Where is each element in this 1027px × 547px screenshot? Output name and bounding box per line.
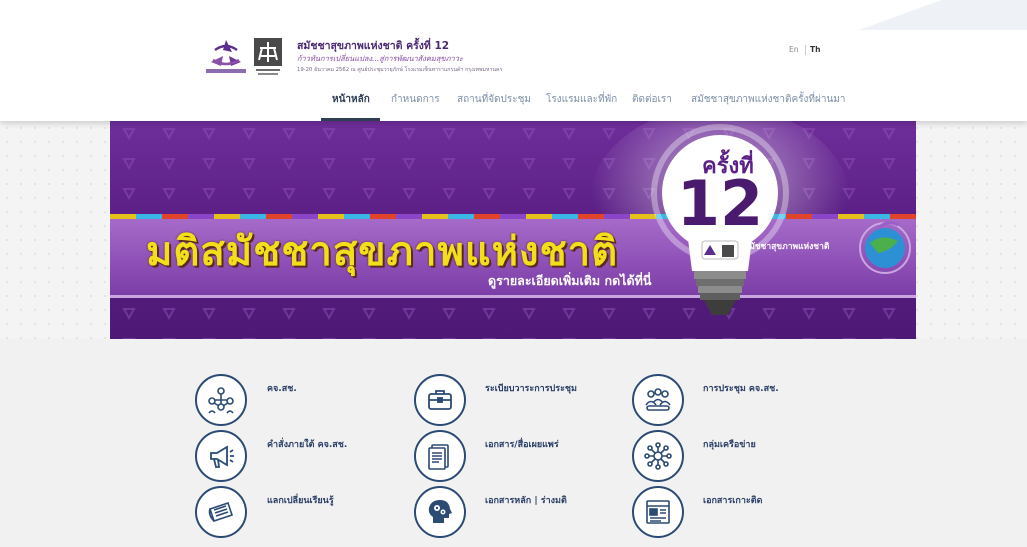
tile-label-knowledge-exchange[interactable]: แลกเปลี่ยนเรียนรู้	[267, 493, 334, 507]
bulb-edition-number: 12	[676, 167, 764, 240]
nav-active-indicator	[321, 118, 380, 121]
nav-hotels[interactable]: โรงแรมและที่พัก	[546, 92, 617, 107]
tile-label-agenda[interactable]: ระเบียบวาระการประชุม	[485, 381, 577, 395]
tile-label-tracking-docs[interactable]: เอกสารเกาะติด	[703, 493, 762, 507]
bulb-caption: สมัชชาสุขภาพแห่งชาติ	[744, 242, 830, 252]
tile-label-kjsch[interactable]: คจ.สช.	[267, 381, 297, 395]
meeting-group-icon[interactable]	[632, 374, 684, 426]
lang-en-link[interactable]: En	[789, 45, 799, 54]
banner-more-link[interactable]: ดูรายละเอียดเพิ่มเติม กดได้ที่นี่	[488, 271, 651, 291]
head-gears-icon[interactable]	[414, 486, 466, 538]
health-assembly-logo[interactable]	[205, 36, 247, 76]
site-header: สมัชชาสุขภาพแห่งชาติ ครั้งที่ 12 ก้าวทัน…	[0, 0, 1027, 121]
nhco-logo[interactable]	[254, 38, 282, 76]
nav-past-assemblies[interactable]: สมัชชาสุขภาพแห่งชาติครั้งที่ผ่านมา	[691, 92, 846, 107]
tile-label-orders[interactable]: คำสั่งภายใต้ คจ.สช.	[267, 437, 347, 451]
nav-contact[interactable]: ติดต่อเรา	[632, 92, 672, 107]
lang-th-link[interactable]: Th	[810, 45, 820, 54]
briefcase-icon[interactable]	[414, 374, 466, 426]
news-board-icon[interactable]	[632, 486, 684, 538]
tile-label-kjsch-meeting[interactable]: การประชุม คจ.สช.	[703, 381, 779, 395]
tile-label-network-groups[interactable]: กลุ่มเครือข่าย	[703, 437, 756, 451]
megaphone-icon[interactable]	[195, 430, 247, 482]
site-subtitle: ก้าวทันการเปลี่ยนแปลง...สู่การพัฒนาสังคม…	[297, 54, 463, 63]
hero-banner[interactable]: มติสมัชชาสุขภาพแห่งชาติ ดูรายละเอียดเพิ่…	[110, 121, 916, 339]
header-decoration	[827, 0, 1027, 30]
site-title[interactable]: สมัชชาสุขภาพแห่งชาติ ครั้งที่ 12	[297, 37, 449, 54]
event-details: 19-20 ธันวาคม 2562 ณ ศูนย์ประชุมวายุภักษ…	[297, 67, 503, 73]
network-hub-icon[interactable]	[632, 430, 684, 482]
nav-venue[interactable]: สถานที่จัดประชุม	[457, 92, 531, 107]
tile-label-publications[interactable]: เอกสาร/สื่อเผยแพร่	[485, 437, 559, 451]
nav-home[interactable]: หน้าหลัก	[332, 92, 370, 107]
lang-divider	[805, 45, 806, 55]
newspaper-roll-icon[interactable]	[195, 486, 247, 538]
tile-label-main-docs[interactable]: เอกสารหลัก | ร่างมติ	[485, 493, 567, 507]
nav-schedule[interactable]: กำหนดการ	[391, 92, 440, 107]
people-network-icon[interactable]	[195, 374, 247, 426]
document-icon[interactable]	[414, 430, 466, 482]
